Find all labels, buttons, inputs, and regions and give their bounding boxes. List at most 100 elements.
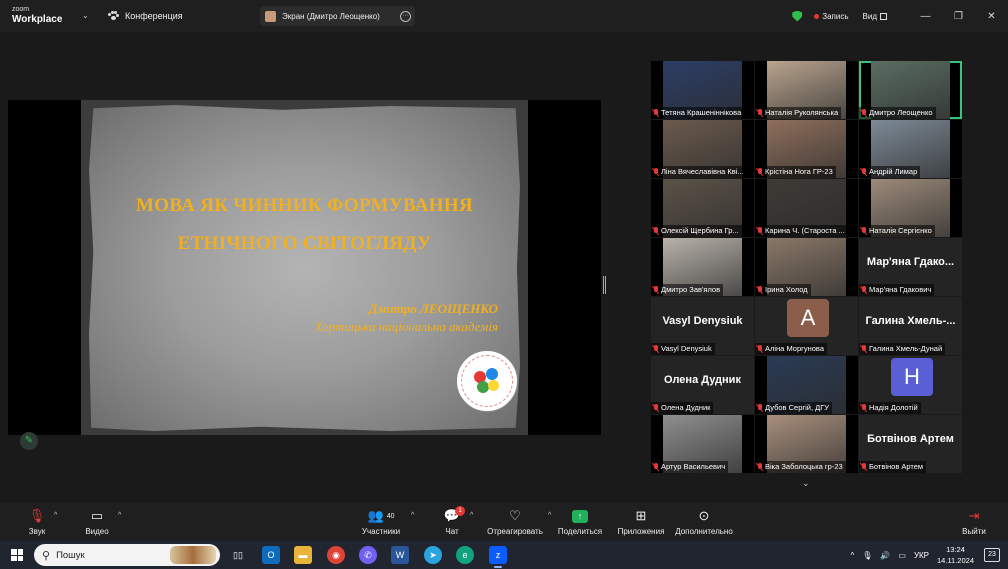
participant-name-label: Олексій Щербина Гр... [651,225,742,237]
audio-button[interactable]: 🎙 Звук [24,507,50,536]
speaker-icon[interactable]: 🔊 [880,551,890,560]
participant-tile[interactable]: Олексій Щербина Гр... [651,179,754,237]
slide-title-line2: ЕТНІЧНОГО СВІТОГЛЯДУ [177,233,432,254]
participant-tile[interactable]: Ірина Холод [755,238,858,296]
battery-icon[interactable]: ▭ [898,551,906,560]
minimize-button[interactable]: — [909,11,942,22]
more-button[interactable]: ⊙ Дополнительно [672,507,736,536]
annotate-pen-icon[interactable]: ✎ [20,432,38,450]
participant-name: Аліна Моргунова [765,344,824,353]
telegram-icon[interactable]: ➤ [424,546,442,564]
edge-icon[interactable]: e [456,546,474,564]
screen-share-pill[interactable]: Экран (Дмитро Леощенко) ··· [260,6,415,26]
mic-muted-icon [653,404,659,412]
viber-icon[interactable]: ✆ [359,546,377,564]
participant-tile[interactable]: Ботвінов Артем Ботвінов Артем [859,415,962,473]
participant-tile[interactable]: Дмитро Зав'ялов [651,238,754,296]
slide-title-line1: МОВА ЯК ЧИННИК ФОРМУВАННЯ [136,195,473,216]
chevron-down-icon[interactable]: ⌄ [82,11,89,20]
participant-tile[interactable]: Крістіна Нога ГР-23 [755,120,858,178]
participant-tile[interactable]: Мар'яна Гдако... Мар'яна Гдакович [859,238,962,296]
language-indicator[interactable]: УКР [914,551,929,560]
slide-paper: МОВА ЯК ЧИННИК ФОРМУВАННЯ ЕТНІЧНОГО СВІТ… [89,105,520,431]
video-options-caret-icon[interactable]: ^ [118,512,121,519]
participant-tile[interactable]: Дмитро Леощенко [859,61,962,119]
meeting-toolbar: 🎙 Звук ^ ▭ Видео ^ 👥 40 Участники ^ 💬 Чат… [0,503,1008,541]
participant-tile[interactable]: Галина Хмель-... Галина Хмель-Дунай [859,297,962,355]
mic-muted-icon [653,286,659,294]
shield-icon[interactable] [792,10,803,22]
task-view-icon[interactable]: ▯▯ [229,546,247,564]
restore-button[interactable]: ❐ [942,11,975,22]
avatar [265,10,276,22]
mic-muted-icon [653,345,659,353]
participant-name: Ботвінов Артем [869,462,924,471]
participant-name-label: Надія Долотій [859,402,921,414]
participant-tile[interactable]: Наталія Руколянська [755,61,858,119]
video-button[interactable]: ▭ Видео [82,507,112,536]
video-camera-icon: ▭ [90,508,104,523]
apps-label: Приложения [617,527,665,536]
record-label[interactable]: Запись [822,12,848,21]
zoom-taskbar-icon[interactable]: z [489,546,507,568]
react-caret-icon[interactable]: ^ [548,512,551,519]
clock[interactable]: 13:24 14.11.2024 [937,544,974,566]
participant-tile[interactable]: Vasyl Denysiuk Vasyl Denysiuk [651,297,754,355]
search-highlight-image [170,546,216,564]
participant-tile[interactable]: A Аліна Моргунова [755,297,858,355]
participant-name-label: Карина Ч. (Староста ... [755,225,848,237]
gallery-next-chevron-icon[interactable]: ⌄ [802,478,810,489]
system-tray: ^ 🎙 🔊 ▭ УКР 13:24 14.11.2024 23 [850,541,1008,569]
participant-name-label: Галина Хмель-Дунай [859,343,946,355]
zoom-logo[interactable]: zoom Workplace [12,5,62,25]
participant-name: Дубов Сергій, ДГУ [765,403,830,412]
participant-tile[interactable]: Андрій Лимар [859,120,962,178]
participant-tile[interactable]: Артур Васильевич [651,415,754,473]
participant-name-label: Віка Заболоцька гр-23 [755,461,846,473]
participant-name-label: Мар'яна Гдакович [859,284,935,296]
view-label[interactable]: Вид [863,12,877,21]
chat-caret-icon[interactable]: ^ [470,512,473,519]
splitter-handle[interactable] [603,276,606,294]
participant-tile[interactable]: H Надія Долотій [859,356,962,414]
share-button[interactable]: ↑ Поделиться [555,507,605,536]
more-icon[interactable]: ··· [400,10,411,22]
close-button[interactable]: ✕ [975,11,1008,22]
participants-button[interactable]: 👥 40 Участники [358,507,404,536]
chrome-icon[interactable]: ◉ [327,546,345,564]
microphone-tray-icon[interactable]: 🎙 [862,551,872,560]
participants-count: 40 [386,512,395,520]
heart-icon: ♡ [509,508,521,523]
participant-tile[interactable]: Карина Ч. (Староста ... [755,179,858,237]
apps-button[interactable]: ⊞ Приложения [615,507,667,536]
taskbar-search-input[interactable]: ⚲ Пошук [34,544,220,566]
participant-tile[interactable]: Ліна Вячеславівна Кві... [651,120,754,178]
react-button[interactable]: ♡ Отреагировать [485,507,545,536]
leave-button[interactable]: ⇥ Выйти [960,507,988,536]
outlook-icon[interactable]: O [262,546,280,564]
windows-start-icon[interactable] [11,549,23,561]
tray-expand-chevron-icon[interactable]: ^ [850,551,854,560]
file-explorer-icon[interactable]: ▬ [294,546,312,564]
participant-tile[interactable]: Віка Заболоцька гр-23 [755,415,858,473]
participants-caret-icon[interactable]: ^ [411,512,414,519]
notification-center-button[interactable]: 23 [984,548,1000,562]
participant-name: Дмитро Зав'ялов [661,285,721,294]
participant-tile[interactable]: Наталія Сергієнко [859,179,962,237]
view-grid-icon[interactable] [880,12,887,20]
word-icon[interactable]: W [391,546,409,564]
participant-display-name: Галина Хмель-... [865,315,956,327]
participant-name: Андрій Лимар [869,167,918,176]
participant-tile[interactable]: Олена Дудник Олена Дудник [651,356,754,414]
participant-name-label: Аліна Моргунова [755,343,827,355]
mic-muted-icon [861,109,867,117]
chat-badge: 1 [455,506,465,516]
conference-menu[interactable]: Конференция [108,11,183,21]
slide: МОВА ЯК ЧИННИК ФОРМУВАННЯ ЕТНІЧНОГО СВІТ… [81,100,528,435]
participant-tile[interactable]: Дубов Сергій, ДГУ [755,356,858,414]
chat-label: Чат [445,527,459,536]
academy-emblem-icon [456,350,518,412]
participant-name: Тетяна Крашеніннікова [661,108,742,117]
participant-tile[interactable]: Тетяна Крашеніннікова [651,61,754,119]
audio-options-caret-icon[interactable]: ^ [54,512,57,519]
